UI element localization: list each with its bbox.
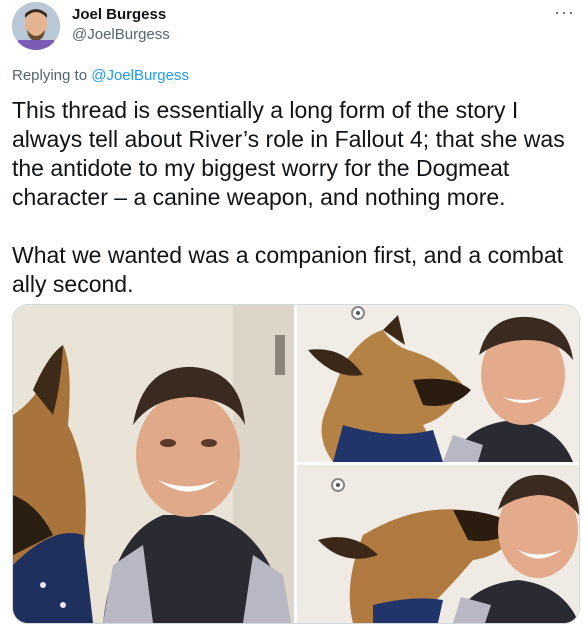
media-grid	[12, 304, 580, 624]
author-handle[interactable]: @JoelBurgess	[72, 26, 170, 43]
photo-3[interactable]	[297, 465, 579, 623]
replying-to-link[interactable]: @JoelBurgess	[91, 67, 189, 84]
author-name[interactable]: Joel Burgess	[72, 6, 166, 23]
author-avatar[interactable]	[12, 2, 60, 50]
tweet-text: This thread is essentially a long form o…	[12, 97, 565, 297]
more-options-icon[interactable]: ···	[554, 2, 575, 23]
photo-2[interactable]	[297, 305, 579, 462]
photo-1[interactable]	[13, 305, 294, 623]
replying-to-line: Replying to @JoelBurgess	[12, 67, 189, 84]
replying-to-label: Replying to	[12, 67, 88, 84]
